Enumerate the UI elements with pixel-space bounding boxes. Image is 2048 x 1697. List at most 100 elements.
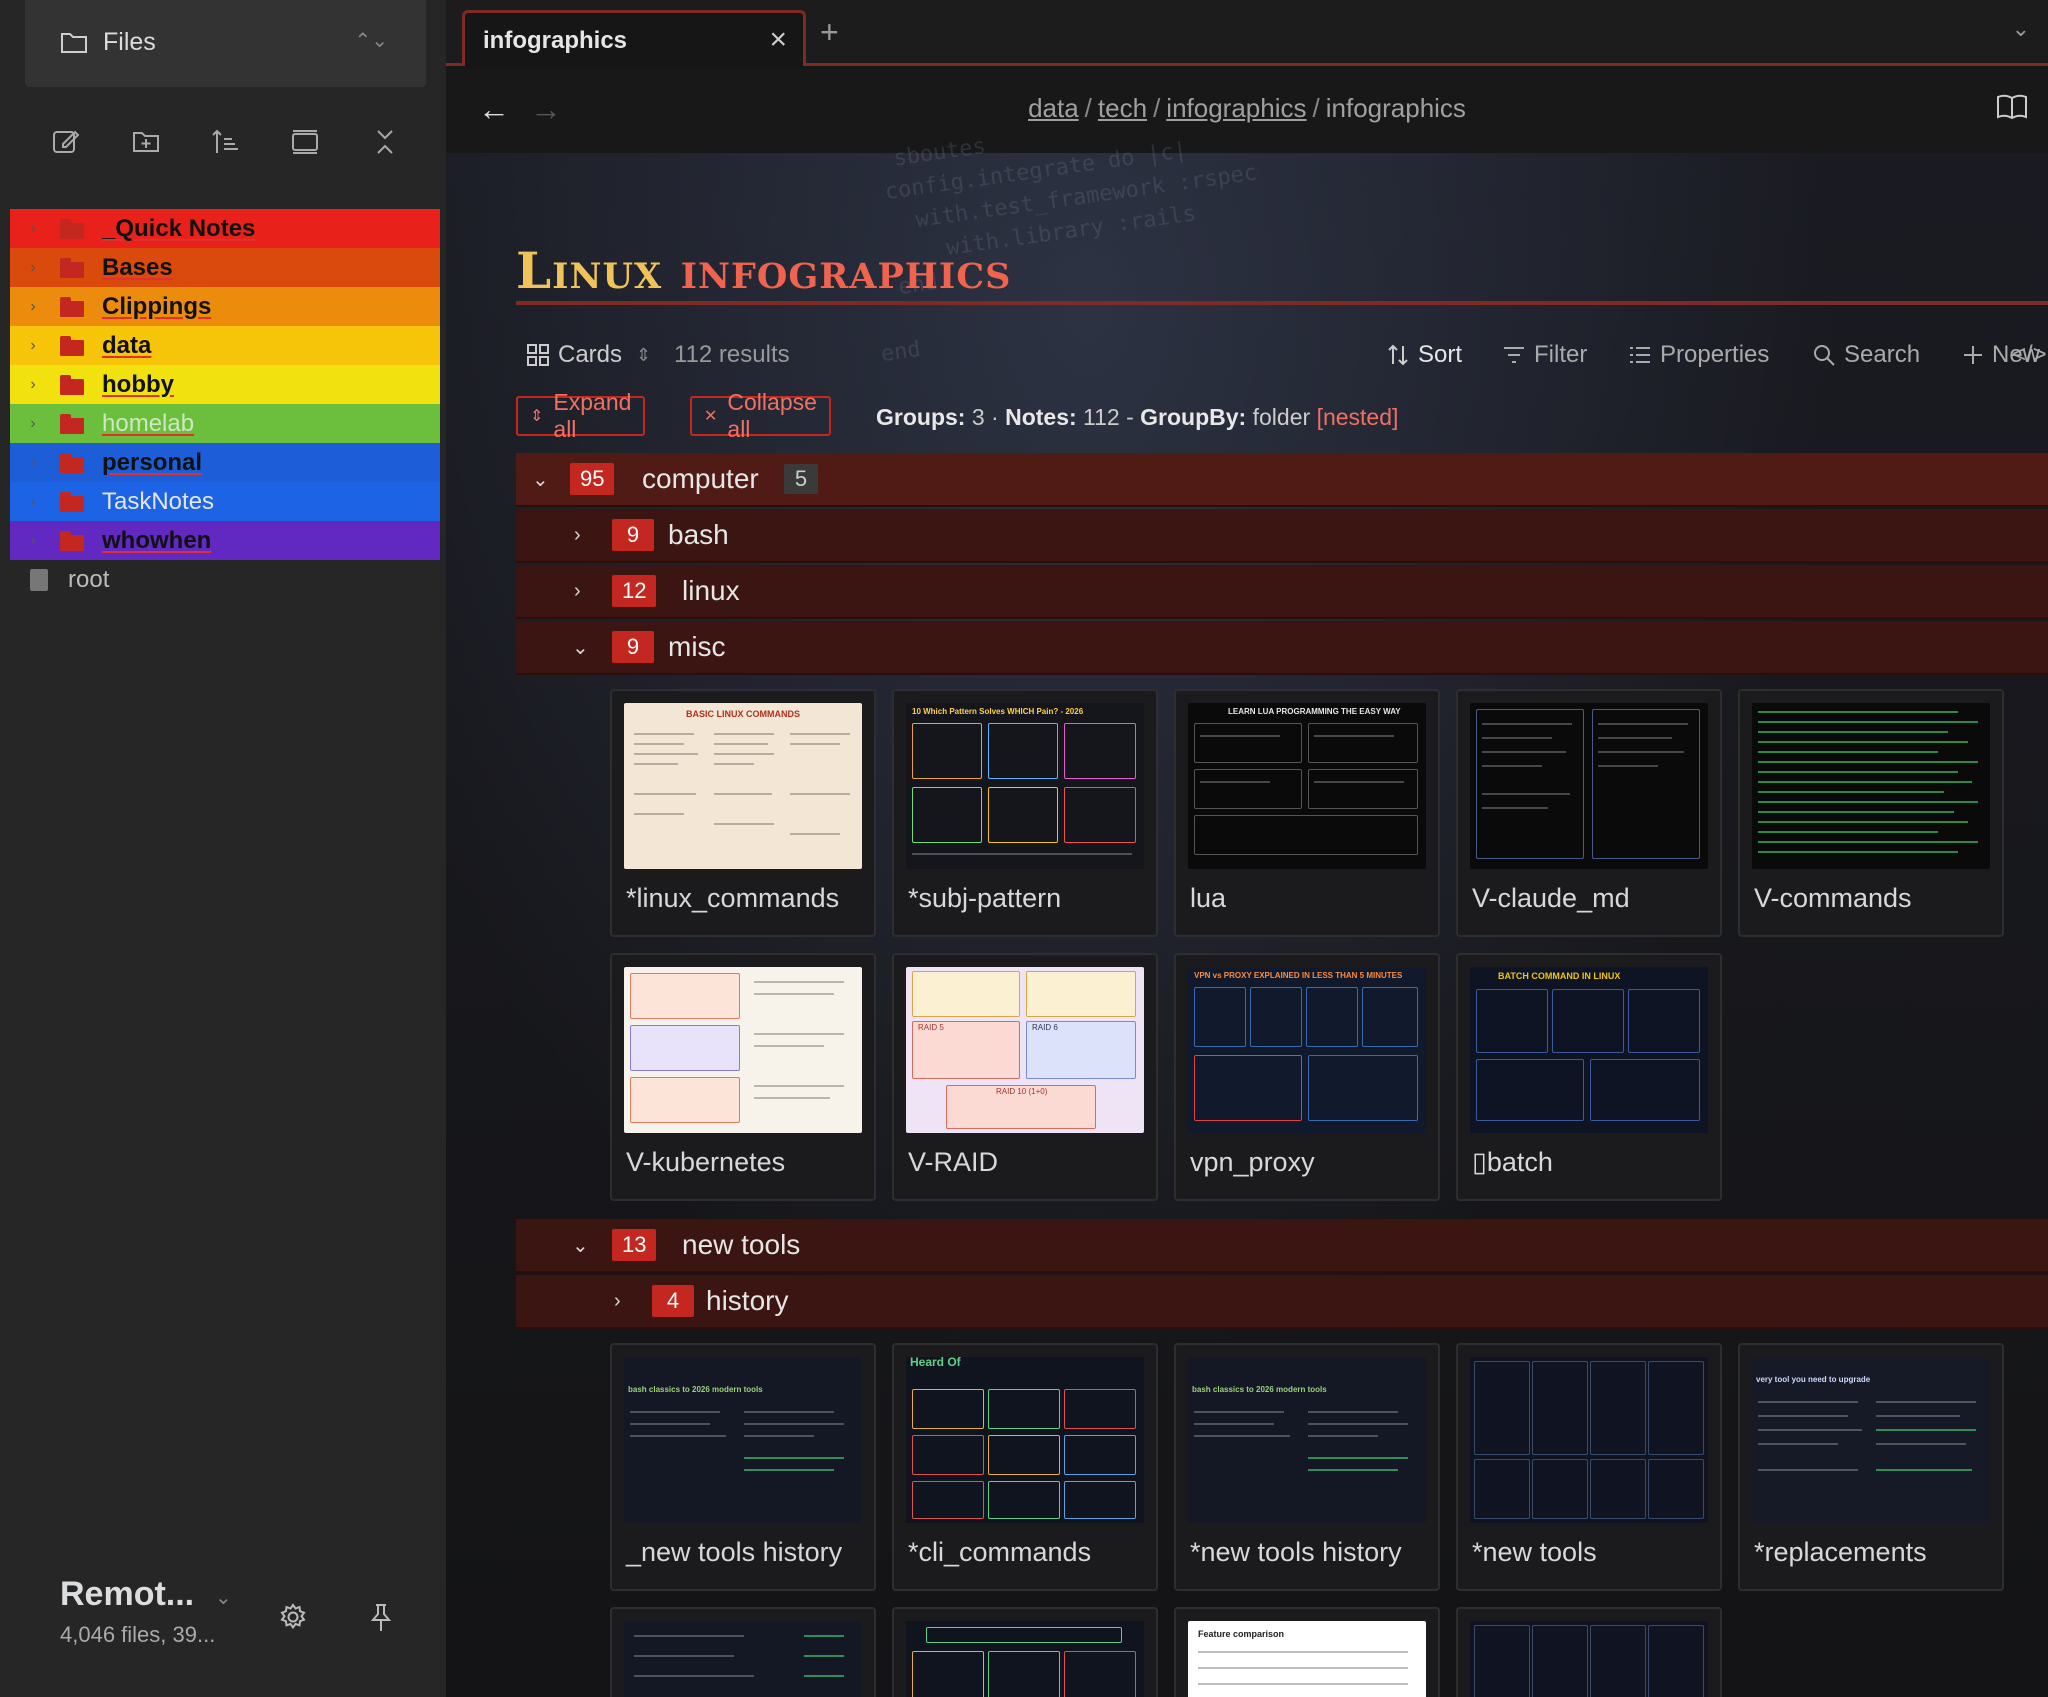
folder-bases[interactable]: › Bases xyxy=(10,248,440,287)
list-icon xyxy=(1630,347,1650,363)
sort-label: Sort xyxy=(1418,341,1463,368)
book-open-icon[interactable] xyxy=(1996,93,2028,126)
vault-switcher[interactable]: Remot... 4,046 files, 39... xyxy=(60,1575,215,1648)
group-header-computer[interactable]: ⌄ 95 computer 5 xyxy=(516,453,2048,507)
card-vpn-proxy[interactable]: VPN vs PROXY EXPLAINED IN LESS THAN 5 MI… xyxy=(1174,953,1440,1201)
groupby-label: GroupBy: xyxy=(1140,404,1247,430)
groups-value: 3 xyxy=(971,404,985,430)
card-partial-4[interactable] xyxy=(1456,1607,1722,1697)
new-folder-icon[interactable] xyxy=(126,122,166,162)
card-thumbnail: BASIC LINUX COMMANDS xyxy=(624,703,862,869)
file-explorer-toolbar xyxy=(0,122,446,162)
card-thumbnail: bash classics to 2026 modern tools xyxy=(1188,1357,1426,1523)
sort-button[interactable]: Sort xyxy=(1386,341,1462,369)
view-label: Cards xyxy=(558,341,623,368)
card-thumbnail: 10 Which Pattern Solves WHICH Pain? - 20… xyxy=(906,703,1144,869)
folder-tasknotes[interactable]: › TaskNotes xyxy=(10,482,440,521)
card-title: ▯batch xyxy=(1472,1147,1553,1177)
thumb-title: 10 Which Pattern Solves WHICH Pain? - 20… xyxy=(912,707,1084,716)
card-cli-commands[interactable]: Heard Of *cli_commands xyxy=(892,1343,1158,1591)
card-partial-2[interactable] xyxy=(892,1607,1158,1697)
folder-tree: › _Quick Notes › Bases › Clippings › dat… xyxy=(10,209,440,599)
group-header-history[interactable]: › 4 history xyxy=(516,1275,2048,1329)
collapse-all-icon[interactable] xyxy=(365,122,405,162)
code-view-icon[interactable]: </> xyxy=(2012,341,2047,369)
plus-icon xyxy=(1964,346,1982,364)
card-thumbnail: Heard Of xyxy=(906,1357,1144,1523)
search-button[interactable]: Search xyxy=(1812,341,1920,369)
chevron-down-icon[interactable]: ⌄ xyxy=(2012,16,2030,42)
folder-data[interactable]: › data xyxy=(10,326,440,365)
card-title: *new tools xyxy=(1472,1537,1597,1567)
folder-icon xyxy=(60,296,86,317)
card-subj-pattern[interactable]: 10 Which Pattern Solves WHICH Pain? - 20… xyxy=(892,689,1158,937)
card-raid[interactable]: RAID 5 RAID 6 RAID 10 (1+0) V-RAID xyxy=(892,953,1158,1201)
expand-all-button[interactable]: ⇕ Expand all xyxy=(516,389,646,442)
folder-label: _Quick Notes xyxy=(102,214,256,242)
folder-homelab[interactable]: › homelab xyxy=(10,404,440,443)
group-header-new-tools[interactable]: ⌄ 13 new tools xyxy=(516,1219,2048,1273)
card-commands[interactable]: V-commands xyxy=(1738,689,2004,937)
new-tab-icon[interactable]: + xyxy=(820,14,839,51)
filter-button[interactable]: Filter xyxy=(1502,341,1587,369)
card-partial-1[interactable] xyxy=(610,1607,876,1697)
file-icon xyxy=(30,568,48,591)
card-title: *cli_commands xyxy=(908,1537,1092,1567)
gear-icon[interactable] xyxy=(278,1602,308,1637)
auto-reveal-icon[interactable] xyxy=(285,122,325,162)
files-header-title: Files xyxy=(103,28,156,56)
card-title: V-kubernetes xyxy=(626,1147,786,1177)
card-linux-commands[interactable]: BASIC LINUX COMMANDS *linux_commands xyxy=(610,689,876,937)
folder-hobby[interactable]: › hobby xyxy=(10,365,440,404)
group-count: 9 xyxy=(612,519,654,551)
card-batch[interactable]: BATCH COMMAND IN LINUX ▯batch xyxy=(1456,953,1722,1201)
folder-icon xyxy=(60,413,86,434)
card-title: *linux_commands xyxy=(626,883,840,913)
group-name: history xyxy=(706,1285,789,1316)
card-claude-md[interactable]: V-claude_md xyxy=(1456,689,1722,937)
chevron-right-icon: › xyxy=(30,336,36,354)
group-name: bash xyxy=(668,519,729,550)
card-new-tools-history-1[interactable]: bash classics to 2026 modern tools _new … xyxy=(610,1343,876,1591)
card-thumbnail xyxy=(1752,703,1990,869)
folder-label: homelab xyxy=(102,409,195,437)
folder-icon xyxy=(60,491,86,512)
tab-infographics[interactable]: infographics × xyxy=(462,10,806,66)
vault-info: 4,046 files, 39... xyxy=(60,1622,216,1647)
card-partial-3[interactable]: Feature comparison xyxy=(1174,1607,1440,1697)
folder-icon xyxy=(60,335,86,356)
files-view-selector[interactable]: Files ⌃⌄ xyxy=(25,0,426,87)
group-header-bash[interactable]: › 9 bash xyxy=(516,509,2048,563)
close-icon[interactable]: × xyxy=(769,23,787,57)
chevron-down-icon[interactable]: ⌄ xyxy=(215,1585,232,1610)
card-thumbnail xyxy=(624,967,862,1133)
group-header-misc[interactable]: ⌄ 9 misc xyxy=(516,621,2048,675)
group-header-linux[interactable]: › 12 linux xyxy=(516,565,2048,619)
folder-whowhen[interactable]: › whowhen xyxy=(10,521,440,560)
card-lua[interactable]: LEARN LUA PROGRAMMING THE EASY WAY lua xyxy=(1174,689,1440,937)
file-root[interactable]: root xyxy=(10,560,440,599)
collapse-all-button[interactable]: ✕ Collapse all xyxy=(690,389,831,442)
filter-icon xyxy=(1504,347,1524,363)
card-thumbnail: Feature comparison xyxy=(1188,1621,1426,1697)
groupby-value: folder xyxy=(1252,404,1311,430)
group-count: 4 xyxy=(652,1285,694,1317)
card-thumbnail xyxy=(1470,1357,1708,1523)
chevron-right-icon: › xyxy=(574,579,581,602)
view-selector[interactable]: Cards ⇕ xyxy=(526,341,651,369)
card-replacements[interactable]: very tool you need to upgrade *replaceme… xyxy=(1738,1343,2004,1591)
new-note-icon[interactable] xyxy=(46,122,86,162)
folder-quick-notes[interactable]: › _Quick Notes xyxy=(10,209,440,248)
properties-button[interactable]: Properties xyxy=(1628,341,1769,369)
folder-clippings[interactable]: › Clippings xyxy=(10,287,440,326)
pin-icon[interactable] xyxy=(368,1602,394,1639)
card-new-tools[interactable]: *new tools xyxy=(1456,1343,1722,1591)
sort-order-icon[interactable] xyxy=(205,122,245,162)
card-new-tools-history-2[interactable]: bash classics to 2026 modern tools *new … xyxy=(1174,1343,1440,1591)
group-count: 95 xyxy=(570,463,615,495)
thumb-title: BATCH COMMAND IN LINUX xyxy=(1498,971,1621,981)
thumb-raid10: RAID 10 (1+0) xyxy=(996,1087,1048,1096)
folder-label: hobby xyxy=(102,370,174,398)
folder-personal[interactable]: › personal xyxy=(10,443,440,482)
card-kubernetes[interactable]: V-kubernetes xyxy=(610,953,876,1201)
